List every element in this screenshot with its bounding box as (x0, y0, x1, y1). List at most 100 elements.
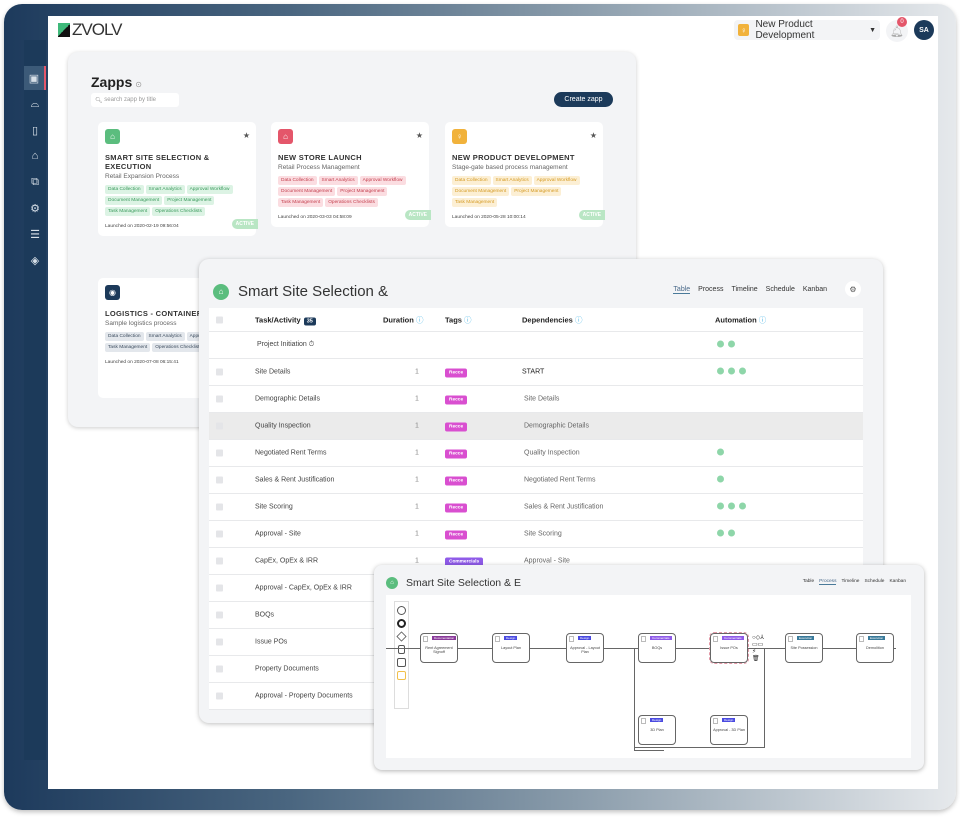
star-icon[interactable]: ★ (416, 131, 423, 140)
row-checkbox[interactable] (216, 584, 223, 592)
process-node[interactable]: Commercials Issue POs (709, 632, 749, 664)
process-tab-timeline[interactable]: Timeline (841, 579, 859, 585)
zapps-title: Zapps ⊙ (91, 74, 142, 90)
automation-gear-icon[interactable] (739, 367, 746, 375)
sidebar-item-layers[interactable]: ◈ (24, 248, 46, 272)
row-checkbox[interactable] (216, 665, 223, 673)
avatar[interactable]: SA (914, 20, 934, 40)
star-icon[interactable]: ★ (590, 131, 597, 140)
star-icon[interactable]: ★ (243, 131, 250, 140)
row-checkbox[interactable] (216, 503, 223, 511)
process-tab-schedule[interactable]: Schedule (864, 579, 884, 585)
datastore-tool-icon[interactable] (398, 645, 405, 654)
task-name: Issue POs (255, 638, 288, 646)
row-checkbox[interactable] (216, 422, 223, 430)
automation-gear-icon[interactable] (739, 502, 746, 510)
sidebar-item-lock[interactable]: ⌂ (24, 144, 46, 168)
node-tag: Execution (868, 636, 886, 640)
sidebar-item-copy[interactable]: ⧉ (24, 170, 46, 194)
automation-gear-icon[interactable] (717, 448, 724, 456)
shape-palette (394, 601, 409, 709)
process-node[interactable]: Design Approval - Layout Plan (566, 633, 604, 663)
table-row[interactable]: Negotiated Rent Terms 1 Recce Quality In… (209, 440, 863, 467)
process-tab-process[interactable]: Process (819, 579, 837, 585)
table-row[interactable]: Quality Inspection 1 Recce Demographic D… (209, 413, 863, 440)
automation-gear-icon[interactable] (717, 502, 724, 510)
zapp-tag: Smart Analytics (145, 185, 185, 194)
process-node[interactable]: Design Layout Plan (492, 633, 530, 663)
row-checkbox[interactable] (216, 476, 223, 484)
zapp-card[interactable]: ⌂ ★ SMART SITE SELECTION & EXECUTION Ret… (98, 122, 258, 236)
table-row[interactable]: Demographic Details 1 Recce Site Details (209, 386, 863, 413)
node-label: Demolition (866, 646, 884, 650)
table-row[interactable]: Sales & Rent Justification 1 Recce Negot… (209, 467, 863, 494)
row-checkbox[interactable] (216, 638, 223, 646)
process-canvas[interactable]: Documentation Rent Agreement Signoff Desig… (386, 595, 911, 758)
row-checkbox[interactable] (216, 611, 223, 619)
row-checkbox[interactable] (216, 530, 223, 538)
table-row[interactable]: Site Details 1 Recce START (209, 359, 863, 386)
row-checkbox[interactable] (216, 692, 223, 700)
workspace-selector[interactable]: ♀ New Product Development ▼ (734, 19, 880, 41)
section-row[interactable]: Project Initiation ⏱︎ (209, 332, 863, 359)
process-tab-table[interactable]: Table (803, 579, 814, 585)
zapp-card[interactable]: ♀ ★ NEW PRODUCT DEVELOPMENT Stage-gate b… (445, 122, 605, 227)
select-all-checkbox[interactable] (216, 316, 223, 323)
sidebar-item-dashboard[interactable]: ▣ (24, 66, 46, 90)
table-view-title: Smart Site Selection & (238, 283, 389, 300)
table-tab-process[interactable]: Process (698, 286, 723, 294)
automation-gear-icon[interactable] (728, 367, 735, 375)
automation-gear-icon[interactable] (728, 502, 735, 510)
automation-gear-icon[interactable] (717, 529, 724, 537)
row-checkbox[interactable] (216, 557, 223, 565)
end-event-tool-icon[interactable] (397, 619, 406, 628)
task-tool-icon[interactable] (397, 658, 406, 667)
table-tab-table[interactable]: Table (673, 286, 691, 294)
table-tab-kanban[interactable]: Kanban (803, 286, 827, 294)
automation-gear-icon[interactable] (717, 367, 724, 375)
node-label: Approval - Layout Plan (570, 646, 600, 654)
automation-gear-icon[interactable] (717, 340, 724, 348)
duration-value: 1 (415, 368, 419, 376)
table-tab-schedule[interactable]: Schedule (766, 286, 795, 294)
create-zapp-button[interactable]: Create zapp (554, 92, 613, 107)
sidebar-item-storage[interactable]: ☰ (24, 222, 46, 246)
automation-gear-icon[interactable] (728, 529, 735, 537)
start-event-tool-icon[interactable] (397, 606, 406, 615)
clock-icon: ⏱︎ (308, 341, 315, 348)
table-tab-timeline[interactable]: Timeline (731, 286, 757, 294)
help-icon: ⓘ (574, 315, 583, 324)
row-checkbox[interactable] (216, 368, 223, 376)
duration-value: 1 (415, 395, 419, 403)
row-checkbox[interactable] (216, 395, 223, 403)
zapp-title: NEW STORE LAUNCH (278, 153, 362, 162)
zapp-search-input[interactable]: 🔍︎ search zapp by title (91, 93, 179, 107)
dependency-value: Site Details (524, 395, 560, 403)
zapp-card[interactable]: ⌂ ★ NEW STORE LAUNCH Retail Process Mana… (271, 122, 431, 227)
process-node[interactable]: Design 3D Plan (638, 715, 676, 745)
automation-gear-icon[interactable] (728, 340, 735, 348)
home-icon: ⌂ (386, 577, 398, 589)
notifications-button[interactable]: 🔔︎ 0 (886, 17, 908, 42)
sidebar-item-inbox[interactable]: ⌓ (24, 92, 46, 116)
process-tab-kanban[interactable]: Kanban (889, 579, 906, 585)
annotation-tool-icon[interactable] (397, 671, 406, 680)
process-node[interactable]: Documentation Rent Agreement Signoff (420, 633, 458, 663)
node-label: Rent Agreement Signoff (425, 646, 453, 654)
sidebar-item-settings[interactable]: ⚙ (24, 196, 46, 220)
process-node[interactable]: Commercials BOQs (638, 633, 676, 663)
col-tags: Tags ⓘ (445, 315, 472, 324)
table-row[interactable]: Approval - Site 1 Recce Site Scoring (209, 521, 863, 548)
node-label: BOQs (651, 646, 663, 650)
row-checkbox[interactable] (216, 449, 223, 457)
process-node[interactable]: Execution Demolition (856, 633, 894, 663)
sidebar-item-clipboard[interactable]: ▯ (24, 118, 46, 142)
automation-icons (717, 475, 728, 485)
process-node[interactable]: Design Approval - 3D Plan (710, 715, 748, 745)
col-duration: Duration ⓘ (383, 315, 424, 324)
table-row[interactable]: Site Scoring 1 Recce Sales & Rent Justif… (209, 494, 863, 521)
process-node[interactable]: Execution Site Possession (785, 633, 823, 663)
automation-gear-icon[interactable] (717, 475, 724, 483)
settings-gear-button[interactable]: ⚙ (845, 281, 861, 297)
gateway-tool-icon[interactable] (396, 631, 407, 642)
